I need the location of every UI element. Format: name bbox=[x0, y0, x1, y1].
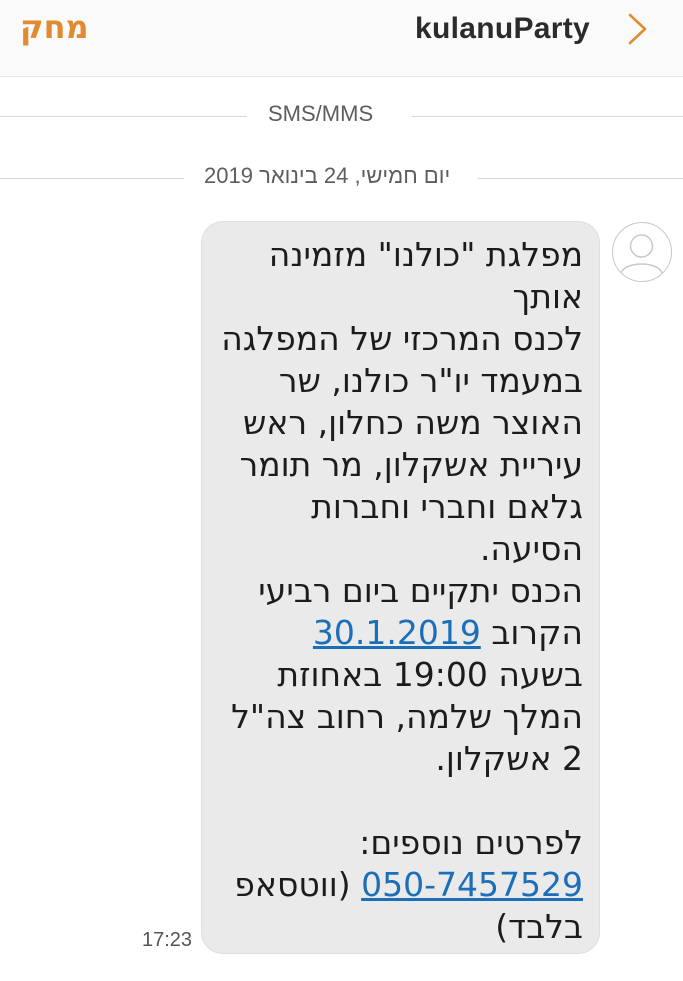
divider-line-left bbox=[0, 116, 247, 117]
divider-line-right bbox=[412, 116, 683, 117]
sender-avatar[interactable] bbox=[612, 222, 672, 282]
message-middle: בשעה 19:00 באחוזת המלך שלמה, רחוב צה"ל 2… bbox=[231, 655, 583, 862]
date-link[interactable]: 30.1.2019 bbox=[313, 613, 481, 652]
channel-divider: SMS/MMS bbox=[0, 101, 683, 131]
message-time: 17:23 bbox=[142, 929, 193, 951]
message-intro: מפלגת "כולנו" מזמינה אותך לכנס המרכזי של… bbox=[221, 235, 583, 652]
divider-line-left bbox=[0, 178, 184, 179]
delete-button[interactable]: מחק bbox=[20, 8, 89, 46]
chevron-right-icon[interactable] bbox=[624, 12, 650, 46]
conversation-title: kulanuParty bbox=[415, 12, 591, 45]
message-text: מפלגת "כולנו" מזמינה אותך לכנס המרכזי של… bbox=[213, 234, 583, 948]
divider-line-right bbox=[478, 178, 683, 179]
person-icon bbox=[620, 234, 663, 274]
top-bar: מחק kulanuParty bbox=[0, 0, 683, 77]
date-label: יום חמישי, 24 בינואר 2019 bbox=[204, 163, 451, 188]
date-divider: יום חמישי, 24 בינואר 2019 bbox=[0, 163, 683, 193]
message-bubble[interactable]: מפלגת "כולנו" מזמינה אותך לכנס המרכזי של… bbox=[201, 221, 600, 954]
channel-label: SMS/MMS bbox=[268, 101, 374, 126]
phone-link[interactable]: 050-7457529 bbox=[361, 865, 583, 904]
